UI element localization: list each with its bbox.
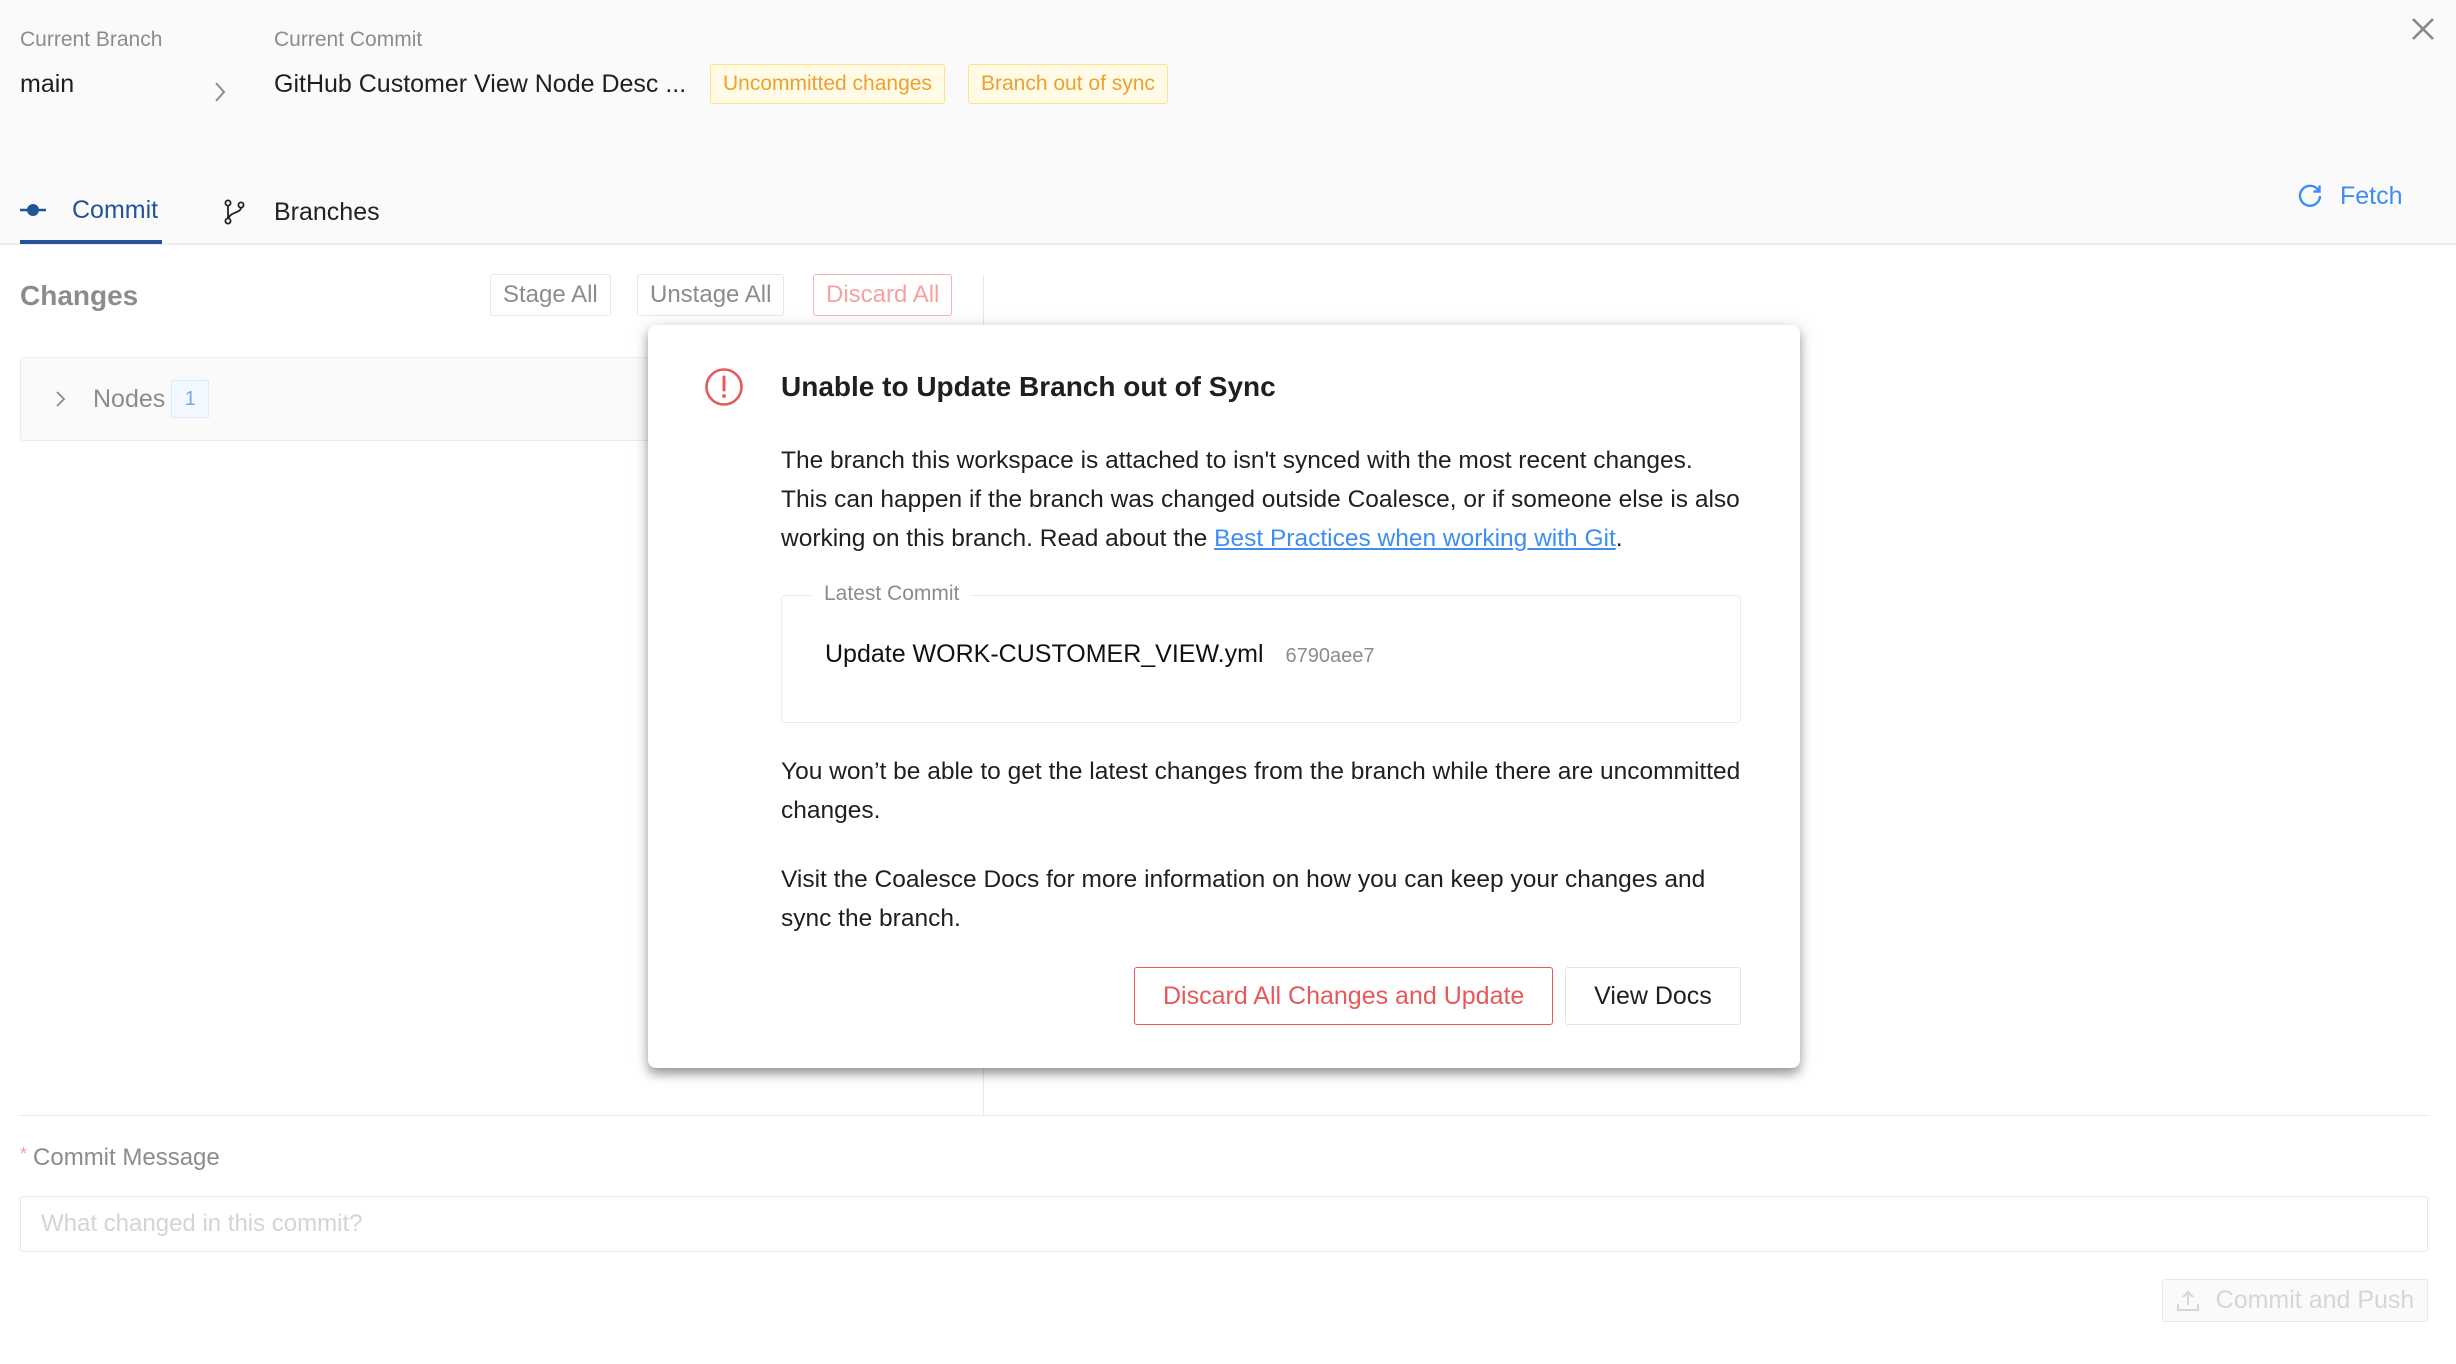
stage-all-button[interactable]: Stage All: [490, 274, 611, 316]
chevron-right-icon: [56, 391, 66, 407]
tab-commit[interactable]: Commit: [20, 180, 162, 244]
upload-icon: [2176, 1290, 2199, 1311]
fetch-button[interactable]: Fetch: [2296, 178, 2403, 214]
branch-out-of-sync-badge: Branch out of sync: [968, 64, 1168, 104]
branch-out-of-sync-dialog: Unable to Update Branch out of Sync The …: [648, 325, 1800, 1068]
tab-branches-label: Branches: [274, 197, 380, 226]
unstage-all-button[interactable]: Unstage All: [637, 274, 785, 316]
dialog-paragraph-uncommitted: You won’t be able to get the latest chan…: [781, 758, 1741, 824]
latest-commit-message: Update WORK-CUSTOMER_VIEW.yml: [825, 640, 1264, 668]
current-branch-value: main: [20, 70, 75, 98]
git-branch-icon: [224, 199, 245, 225]
fetch-label: Fetch: [2340, 181, 2403, 210]
latest-commit-box: Latest Commit Update WORK-CUSTOMER_VIEW.…: [781, 582, 1741, 723]
tab-branches[interactable]: Branches: [222, 180, 380, 244]
dialog-paragraph-sync: The branch this workspace is attached to…: [781, 441, 1741, 558]
required-mark: *: [20, 1144, 28, 1164]
current-commit-label: Current Commit: [274, 28, 423, 51]
current-commit-value: GitHub Customer View Node Desc ...: [274, 70, 687, 98]
dialog-title: Unable to Update Branch out of Sync: [781, 371, 1276, 402]
current-branch-label: Current Branch: [20, 28, 163, 51]
best-practices-link[interactable]: Best Practices when working with Git: [1214, 525, 1616, 552]
close-icon[interactable]: [2406, 12, 2440, 46]
tab-commit-label: Commit: [72, 195, 159, 224]
commit-icon: [20, 204, 46, 216]
nodes-count-badge: 1: [171, 380, 210, 418]
nodes-group-toggle[interactable]: Nodes 1: [51, 378, 210, 420]
discard-all-changes-and-update-button[interactable]: Discard All Changes and Update: [1134, 967, 1553, 1025]
chevron-right-icon: [215, 82, 226, 102]
exclamation-circle-icon: [705, 368, 743, 406]
commit-message-label: * Commit Message: [20, 1144, 220, 1172]
discard-all-button[interactable]: Discard All: [813, 274, 953, 316]
nodes-group-label: Nodes: [93, 384, 166, 413]
view-docs-button[interactable]: View Docs: [1565, 967, 1741, 1025]
dialog-paragraph-docs: Visit the Coalesce Docs for more informa…: [781, 866, 1706, 932]
commit-message-label-text: Commit Message: [33, 1144, 220, 1171]
latest-commit-row: Update WORK-CUSTOMER_VIEW.yml 6790aee7: [825, 640, 1375, 669]
latest-commit-legend: Latest Commit: [812, 582, 972, 606]
commit-message-input[interactable]: [20, 1196, 2428, 1252]
latest-commit-hash: 6790aee7: [1285, 645, 1375, 667]
git-panel-header: Current Branch main Current Commit GitHu…: [0, 0, 2456, 245]
refresh-icon: [2298, 184, 2322, 207]
dialog-paragraph-sync-end: .: [1615, 525, 1623, 552]
commit-and-push-button[interactable]: Commit and Push: [2162, 1279, 2428, 1322]
commit-and-push-label: Commit and Push: [2215, 1286, 2415, 1314]
uncommitted-changes-badge: Uncommitted changes: [710, 64, 945, 104]
section-divider: [20, 1115, 2428, 1116]
changes-title: Changes: [20, 280, 139, 311]
